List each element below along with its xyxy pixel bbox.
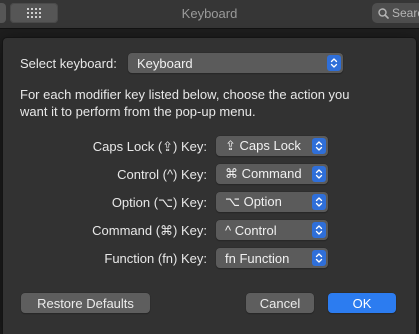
caps-lock-key-value: ⇪ Caps Lock xyxy=(225,138,301,153)
command-key-label: Command (⌘) Key: xyxy=(92,223,207,238)
control-key-value: ⌘ Command xyxy=(225,166,302,181)
window-titlebar: Keyboard Search xyxy=(0,0,419,29)
search-icon xyxy=(378,7,389,19)
window-title: Keyboard xyxy=(181,6,238,21)
description-text: For each modifier key listed below, choo… xyxy=(20,86,400,120)
option-key-value: ⌥ Option xyxy=(225,194,282,209)
description-line-2: want it to perform from the pop-up menu. xyxy=(20,104,256,119)
description-line-1: For each modifier key listed below, choo… xyxy=(20,87,350,102)
select-keyboard-label: Select keyboard: xyxy=(20,56,117,71)
ok-button[interactable]: OK xyxy=(328,293,396,313)
function-key-label: Function (fn) Key: xyxy=(104,251,207,266)
select-keyboard-value: Keyboard xyxy=(137,55,193,71)
search-placeholder: Search xyxy=(392,6,419,20)
cancel-button[interactable]: Cancel xyxy=(246,293,314,313)
control-key-popup[interactable]: ⌘ Command xyxy=(216,164,328,184)
chevron-updown-icon xyxy=(312,138,326,154)
control-key-label: Control (^) Key: xyxy=(117,167,207,182)
command-key-popup[interactable]: ^ Control xyxy=(216,220,328,240)
chevron-updown-icon xyxy=(312,194,326,210)
modifier-keys-sheet: Select keyboard: Keyboard For each modif… xyxy=(3,38,416,334)
function-key-value: fn Function xyxy=(225,250,290,266)
command-key-value: ^ Control xyxy=(225,222,277,238)
chevron-updown-icon xyxy=(312,222,326,238)
chevron-updown-icon xyxy=(312,166,326,182)
search-field[interactable]: Search xyxy=(372,3,419,23)
select-keyboard-popup[interactable]: Keyboard xyxy=(128,53,343,73)
option-key-popup[interactable]: ⌥ Option xyxy=(216,192,328,212)
caps-lock-key-popup[interactable]: ⇪ Caps Lock xyxy=(216,136,328,156)
caps-lock-key-label: Caps Lock (⇪) Key: xyxy=(92,139,207,154)
chevron-updown-icon xyxy=(327,55,341,71)
function-key-popup[interactable]: fn Function xyxy=(216,248,328,268)
restore-defaults-button[interactable]: Restore Defaults xyxy=(21,293,150,313)
option-key-label: Option (⌥) Key: xyxy=(111,195,207,210)
chevron-updown-icon xyxy=(312,250,326,266)
